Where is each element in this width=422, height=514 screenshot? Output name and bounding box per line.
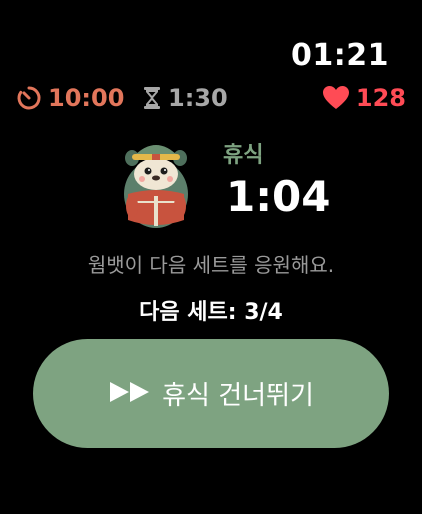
skip-rest-button[interactable]: 휴식 건너뛰기 (33, 339, 389, 448)
fast-forward-icon (108, 380, 152, 408)
workout-stats-row: 10:00 1:30 128 (16, 82, 406, 114)
heart-rate-stat: 128 (322, 82, 406, 114)
rest-duration-value: 1:30 (168, 84, 228, 112)
rest-countdown: 1:04 (226, 172, 331, 221)
rest-duration-stat: 1:30 (142, 82, 228, 114)
heart-icon (322, 85, 350, 111)
rest-label: 휴식 (223, 143, 264, 168)
total-time-value: 10:00 (48, 84, 125, 112)
timer-icon (16, 85, 42, 111)
hourglass-icon (142, 85, 162, 111)
heart-rate-value: 128 (355, 84, 406, 112)
cheer-message: 웜뱃이 다음 세트를 응원해요. (87, 253, 335, 277)
clock-time: 01:21 (291, 38, 389, 73)
next-set-indicator: 다음 세트: 3/4 (139, 300, 283, 325)
total-time-stat: 10:00 (16, 82, 124, 114)
skip-rest-label: 휴식 건너뛰기 (162, 381, 314, 411)
wombat-mascot (118, 134, 194, 230)
